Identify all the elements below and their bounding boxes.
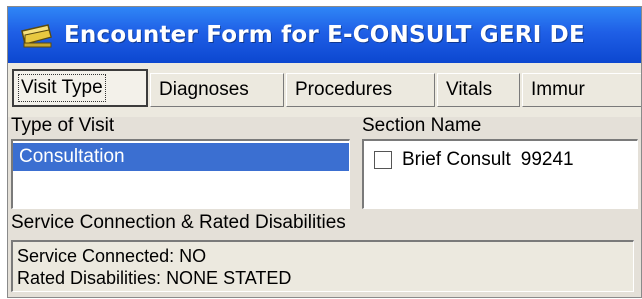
procedure-code: 99241: [520, 149, 574, 170]
window-title: Encounter Form for E-CONSULT GERI DE: [64, 22, 585, 48]
form-icon: [21, 24, 52, 48]
encounter-form-window: Encounter Form for E-CONSULT GERI DE Vis…: [7, 6, 642, 298]
section-name-list[interactable]: Brief Consult 99241: [362, 139, 638, 209]
service-connection-panel: Service Connected: NO Rated Disabilities…: [11, 240, 634, 292]
tab-label: Diagnoses: [159, 79, 249, 100]
tab-label: Immur: [531, 79, 585, 100]
tab-label: Vitals: [446, 79, 493, 100]
service-connected-text: Service Connected: NO: [17, 246, 207, 266]
tab-diagnoses[interactable]: Diagnoses: [150, 73, 284, 107]
type-of-visit-label: Type of Visit: [11, 115, 115, 136]
type-of-visit-list[interactable]: Consultation: [11, 139, 350, 209]
tab-vitals[interactable]: Vitals: [437, 73, 520, 107]
list-item-label: Consultation: [19, 146, 125, 167]
rated-disabilities-text: Rated Disabilities: NONE STATED: [17, 268, 292, 288]
service-connection-label: Service Connection & Rated Disabilities: [11, 212, 346, 233]
list-item-brief-consult[interactable]: Brief Consult 99241: [364, 145, 574, 175]
tab-label: Visit Type: [18, 74, 106, 102]
tab-visit-type[interactable]: Visit Type: [12, 69, 148, 107]
tab-procedures[interactable]: Procedures: [286, 73, 435, 107]
list-item-consultation[interactable]: Consultation: [13, 143, 349, 171]
procedure-name: Brief Consult: [402, 149, 511, 170]
title-bar: Encounter Form for E-CONSULT GERI DE: [8, 7, 641, 63]
brief-consult-checkbox[interactable]: [374, 151, 392, 169]
tab-label: Procedures: [295, 79, 393, 100]
tab-strip: Visit Type Diagnoses Procedures Vitals I…: [8, 63, 641, 117]
tab-immunizations[interactable]: Immur: [522, 73, 641, 107]
section-name-label: Section Name: [362, 115, 482, 136]
